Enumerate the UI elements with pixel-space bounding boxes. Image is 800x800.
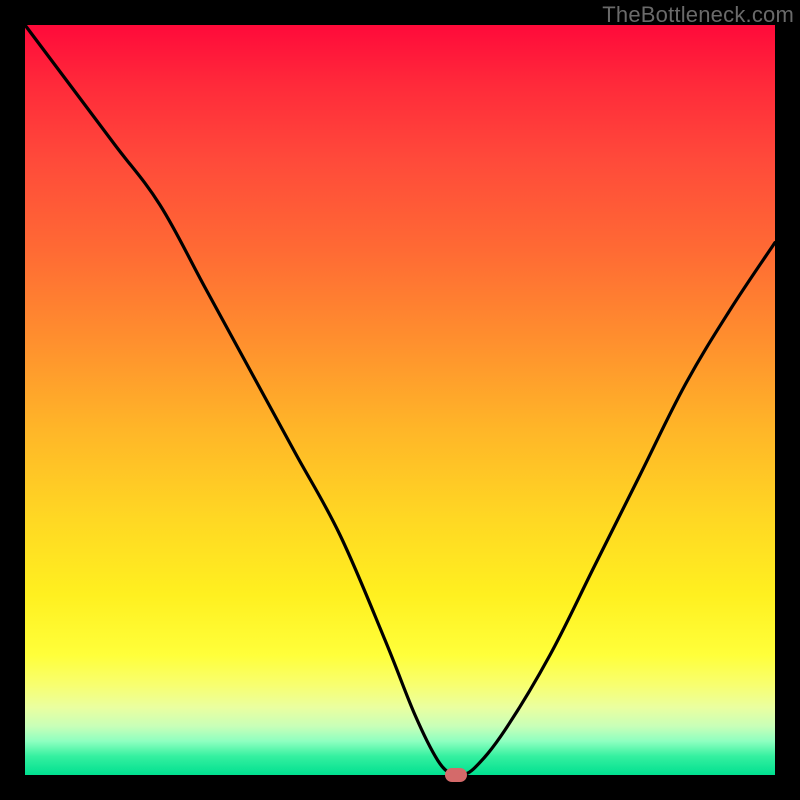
chart-frame: TheBottleneck.com	[0, 0, 800, 800]
optimum-marker	[445, 768, 467, 782]
plot-area	[25, 25, 775, 775]
bottleneck-curve	[25, 25, 775, 775]
watermark-text: TheBottleneck.com	[602, 2, 794, 28]
